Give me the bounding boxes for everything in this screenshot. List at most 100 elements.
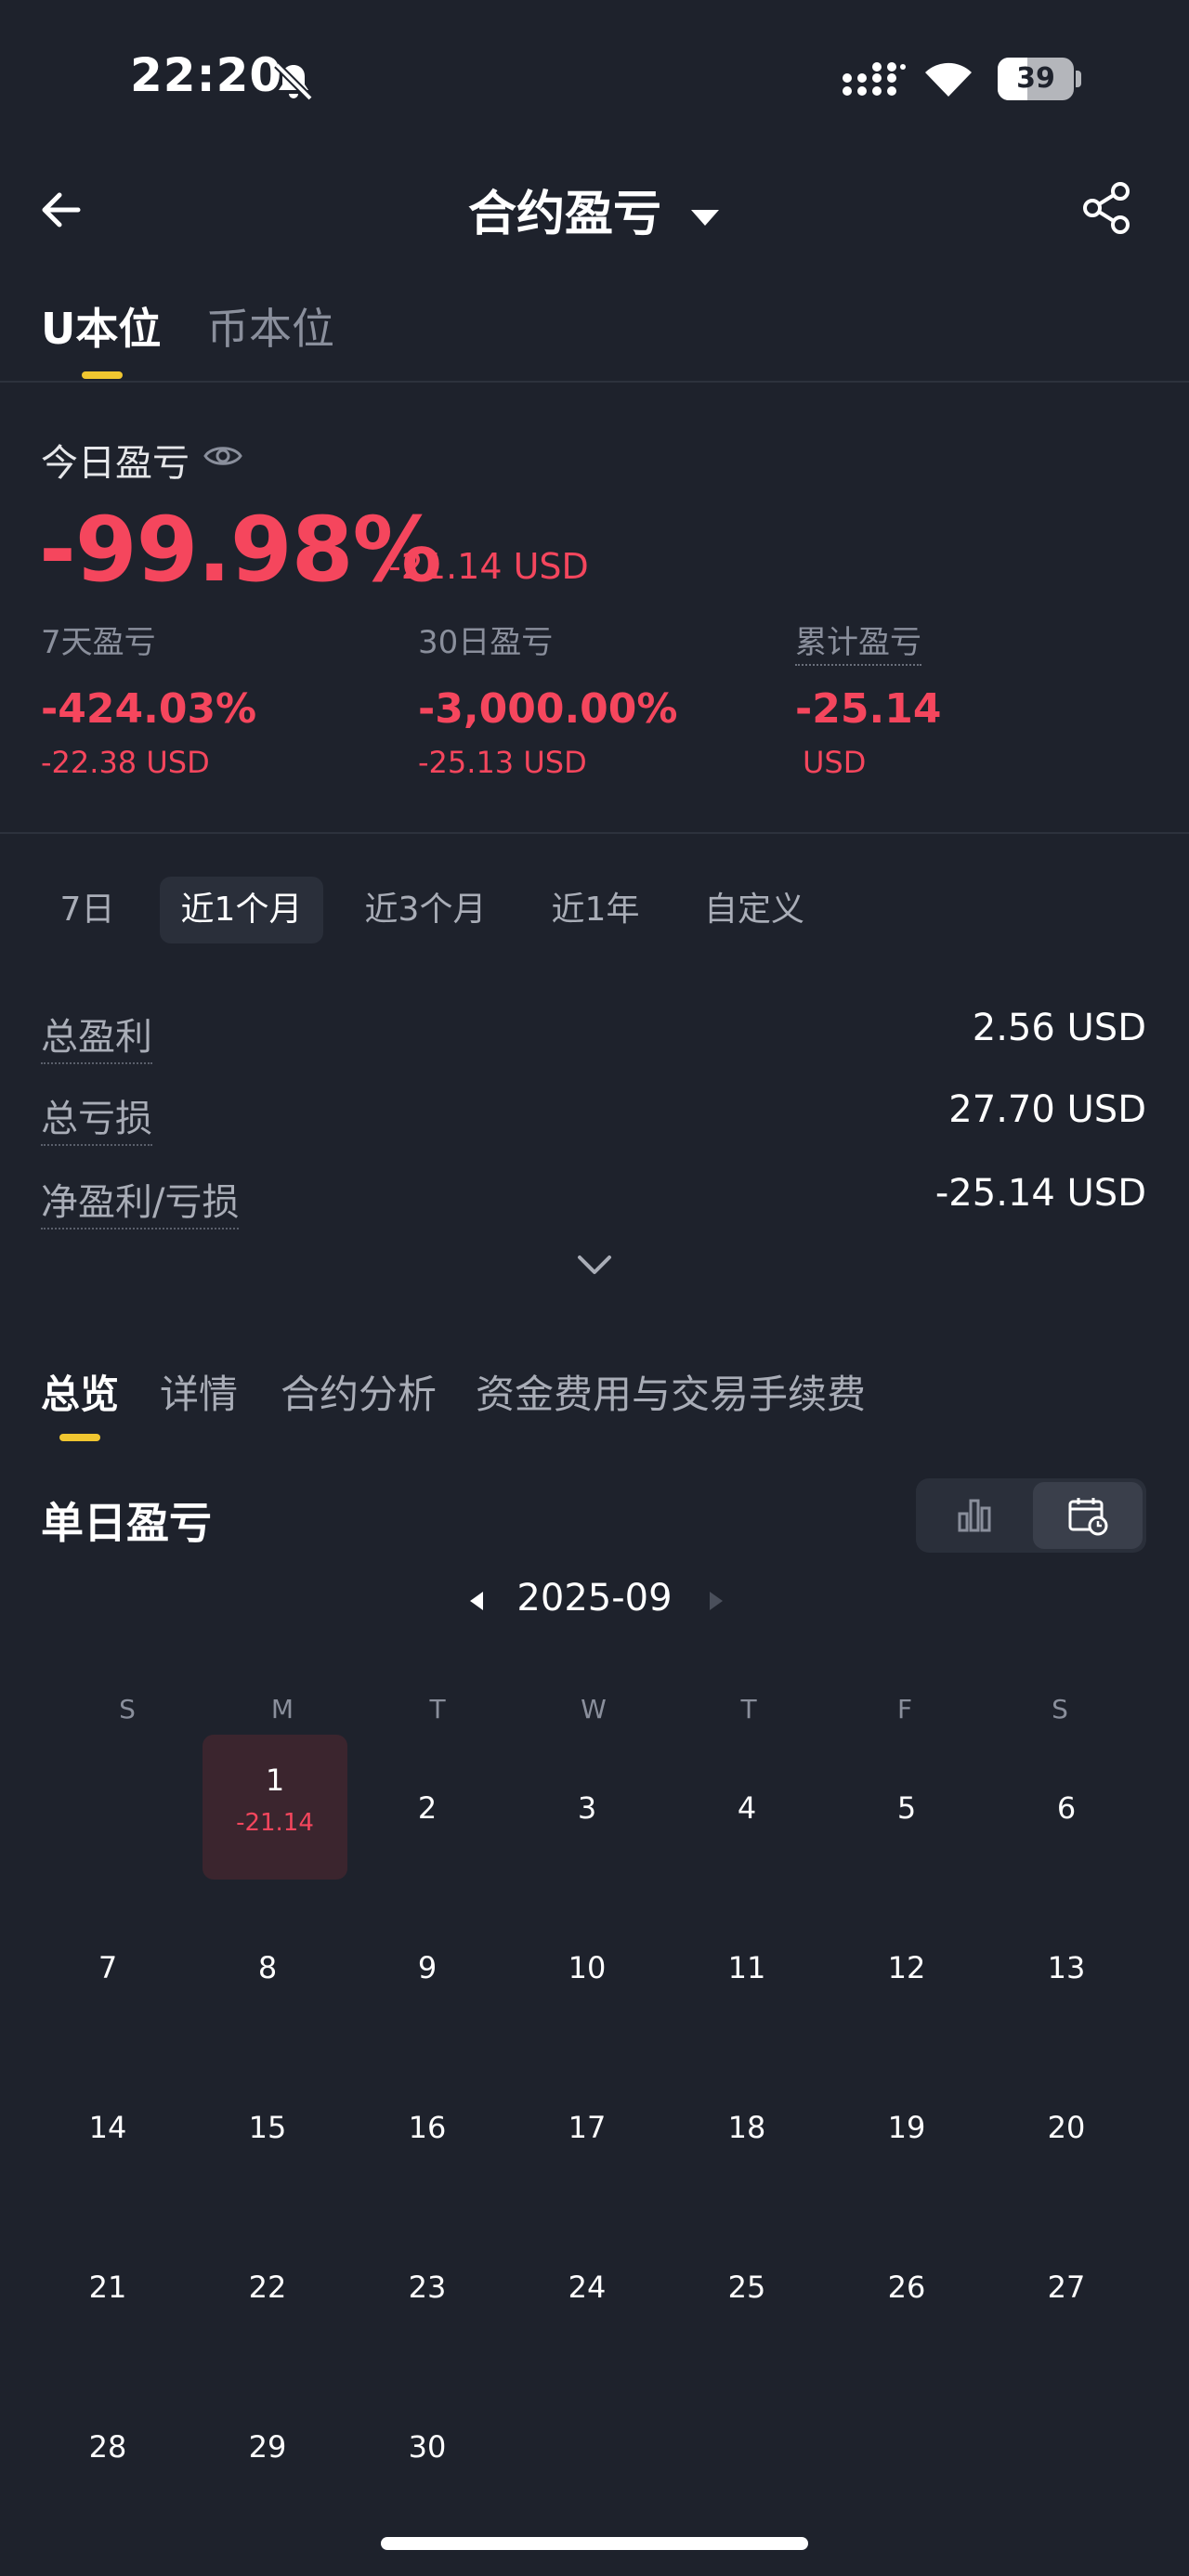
calendar-day-13[interactable]: 13 bbox=[992, 1894, 1141, 2043]
day-number: 18 bbox=[727, 2110, 766, 2145]
divider bbox=[0, 381, 1189, 383]
calendar-day-18[interactable]: 18 bbox=[673, 2054, 821, 2203]
total-loss-label[interactable]: 总亏损 bbox=[41, 1088, 152, 1146]
page-title-dropdown[interactable]: 合约盈亏 bbox=[0, 175, 1189, 244]
divider bbox=[0, 832, 1189, 834]
calendar-day-4[interactable]: 4 bbox=[673, 1735, 821, 1883]
stat-7d-usd: -22.38 USD bbox=[41, 745, 210, 780]
day-number: 14 bbox=[88, 2110, 127, 2145]
calendar-day-6[interactable]: 6 bbox=[992, 1735, 1141, 1883]
view-toggle bbox=[916, 1478, 1146, 1553]
period-tab-3m[interactable]: 近3个月 bbox=[351, 877, 500, 943]
calendar-day-25[interactable]: 25 bbox=[673, 2214, 821, 2362]
calendar-day-12[interactable]: 12 bbox=[832, 1894, 981, 2043]
today-pnl-usd: -21.14 USD bbox=[388, 546, 589, 587]
day-number: 25 bbox=[727, 2270, 766, 2305]
period-tab-custom[interactable]: 自定义 bbox=[691, 877, 817, 943]
daily-pnl-title: 单日盈亏 bbox=[41, 1498, 212, 1548]
section-tab-indicator bbox=[59, 1434, 100, 1441]
calendar-day-3[interactable]: 3 bbox=[513, 1735, 661, 1883]
tab-funding-fees[interactable]: 资金费用与交易手续费 bbox=[476, 1363, 866, 1420]
period-tab-1m[interactable]: 近1个月 bbox=[160, 877, 323, 943]
bar-chart-view-button[interactable] bbox=[920, 1482, 1029, 1549]
calendar-day-10[interactable]: 10 bbox=[513, 1894, 661, 2043]
calendar-day-8[interactable]: 8 bbox=[193, 1894, 342, 2043]
today-pnl-label: 今日盈亏 bbox=[41, 442, 189, 485]
calendar-day-19[interactable]: 19 bbox=[832, 2054, 981, 2203]
day-number: 21 bbox=[88, 2270, 127, 2305]
tab-active-indicator bbox=[82, 371, 123, 379]
calendar-day-21[interactable]: 21 bbox=[33, 2214, 182, 2362]
calendar-day-24[interactable]: 24 bbox=[513, 2214, 661, 2362]
calendar-day-26[interactable]: 26 bbox=[832, 2214, 981, 2362]
stat-30d-usd: -25.13 USD bbox=[418, 745, 587, 780]
day-number: 10 bbox=[568, 1950, 607, 1985]
day-number: 23 bbox=[408, 2270, 447, 2305]
day-number: 22 bbox=[248, 2270, 287, 2305]
calendar-day-30[interactable]: 30 bbox=[353, 2374, 502, 2522]
calendar-view-button[interactable] bbox=[1033, 1482, 1143, 1549]
tab-coin-margined[interactable]: 币本位 bbox=[206, 295, 334, 357]
calendar-day-17[interactable]: 17 bbox=[513, 2054, 661, 2203]
total-loss-value: 27.70 USD bbox=[948, 1088, 1146, 1131]
wifi-icon bbox=[925, 62, 972, 97]
stat-30d-percent: -3,000.00% bbox=[418, 685, 678, 733]
day-number: 12 bbox=[887, 1950, 926, 1985]
day-number: 6 bbox=[1056, 1790, 1077, 1826]
bar-chart-icon bbox=[958, 1499, 991, 1532]
calendar-day-7[interactable]: 7 bbox=[33, 1894, 182, 2043]
calendar-day-11[interactable]: 11 bbox=[673, 1894, 821, 2043]
weekday-mon: M bbox=[270, 1694, 294, 1724]
bell-off-icon bbox=[274, 62, 313, 101]
period-tab-7d[interactable]: 7日 bbox=[43, 877, 132, 943]
weekday-sat: S bbox=[1052, 1694, 1068, 1724]
eye-icon[interactable] bbox=[203, 438, 243, 474]
tab-contract-analysis[interactable]: 合约分析 bbox=[281, 1363, 437, 1420]
day-number: 1 bbox=[265, 1763, 285, 1798]
next-month-icon bbox=[710, 1592, 723, 1610]
calendar-day-27[interactable]: 27 bbox=[992, 2214, 1141, 2362]
net-pnl-label[interactable]: 净盈利/亏损 bbox=[41, 1172, 240, 1229]
weekday-sun: S bbox=[119, 1694, 136, 1724]
stat-cumulative-label[interactable]: 累计盈亏 bbox=[795, 617, 921, 666]
calendar-day-9[interactable]: 9 bbox=[353, 1894, 502, 2043]
share-icon[interactable] bbox=[1079, 180, 1135, 236]
calendar-day-15[interactable]: 15 bbox=[193, 2054, 342, 2203]
calendar-day-2[interactable]: 2 bbox=[353, 1735, 502, 1883]
net-pnl-value: -25.14 USD bbox=[934, 1172, 1146, 1215]
day-number: 4 bbox=[737, 1790, 757, 1826]
calendar-day-28[interactable]: 28 bbox=[33, 2374, 182, 2522]
month-label: 2025-09 bbox=[516, 1577, 673, 1620]
calendar-day-16[interactable]: 16 bbox=[353, 2054, 502, 2203]
period-tab-1y[interactable]: 近1年 bbox=[535, 877, 656, 943]
calendar-day-5[interactable]: 5 bbox=[832, 1735, 981, 1883]
day-number: 5 bbox=[896, 1790, 917, 1826]
calendar-day-1[interactable]: 1 -21.14 bbox=[203, 1735, 347, 1880]
calendar-day-29[interactable]: 29 bbox=[193, 2374, 342, 2522]
chevron-down-icon[interactable] bbox=[574, 1244, 615, 1285]
page-title: 合约盈亏 bbox=[467, 187, 661, 242]
day-number: 27 bbox=[1047, 2270, 1086, 2305]
total-profit-value: 2.56 USD bbox=[972, 1007, 1146, 1049]
stat-cumulative-value: -25.14 bbox=[795, 685, 942, 733]
stat-7d-percent: -424.03% bbox=[41, 685, 257, 733]
tab-overview[interactable]: 总览 bbox=[41, 1363, 119, 1420]
calendar-day-23[interactable]: 23 bbox=[353, 2214, 502, 2362]
calendar-day-22[interactable]: 22 bbox=[193, 2214, 342, 2362]
weekday-thu: T bbox=[740, 1694, 757, 1724]
status-time: 22:20 bbox=[130, 48, 283, 102]
weekday-wed: W bbox=[581, 1694, 607, 1724]
calendar-day-20[interactable]: 20 bbox=[992, 2054, 1141, 2203]
calendar-day-14[interactable]: 14 bbox=[33, 2054, 182, 2203]
caret-down-icon bbox=[691, 210, 720, 226]
tab-details[interactable]: 详情 bbox=[160, 1363, 238, 1420]
weekday-fri: F bbox=[896, 1694, 913, 1724]
day-number: 11 bbox=[727, 1950, 766, 1985]
day-number: 20 bbox=[1047, 2110, 1086, 2145]
total-profit-label[interactable]: 总盈利 bbox=[41, 1007, 152, 1064]
day-number: 30 bbox=[408, 2429, 447, 2465]
day-number: 29 bbox=[248, 2429, 287, 2465]
battery-level: 39 bbox=[1016, 62, 1055, 95]
day-number: 24 bbox=[568, 2270, 607, 2305]
tab-usdt-margined[interactable]: U本位 bbox=[41, 295, 161, 357]
